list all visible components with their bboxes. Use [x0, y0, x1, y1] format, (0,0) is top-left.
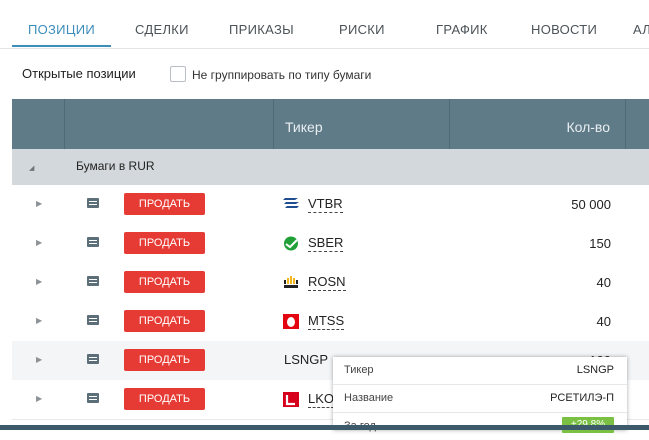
- tab-deals[interactable]: СДЕЛКИ: [135, 0, 189, 47]
- column-header-ticker[interactable]: Тикер: [285, 119, 323, 135]
- vtb-logo-icon: [283, 198, 299, 208]
- tooltip-row: Название РСЕТИЛЭ-П: [333, 385, 627, 413]
- tab-more[interactable]: АЛ: [633, 0, 649, 47]
- rosneft-logo-icon: [284, 276, 298, 288]
- quantity-value: 40: [596, 314, 611, 329]
- column-separator: [273, 99, 274, 156]
- section-title: Открытые позиции: [22, 66, 136, 81]
- ticker-link[interactable]: LSNGP: [284, 353, 328, 368]
- sell-button[interactable]: ПРОДАТЬ: [124, 388, 205, 410]
- ticker-link[interactable]: VTBR: [308, 197, 343, 213]
- quantity-value: 150: [589, 236, 611, 251]
- tooltip-key: Название: [344, 392, 394, 404]
- group-label: Бумаги в RUR: [76, 159, 155, 173]
- mts-logo-icon: [283, 314, 299, 329]
- sell-button[interactable]: ПРОДАТЬ: [124, 349, 205, 371]
- tab-news[interactable]: НОВОСТИ: [531, 0, 597, 47]
- tooltip-value: РСЕТИЛЭ-П: [550, 392, 614, 404]
- expand-arrow-icon[interactable]: ▶: [36, 277, 42, 286]
- comment-icon[interactable]: [87, 198, 99, 208]
- sell-button[interactable]: ПРОДАТЬ: [124, 193, 205, 215]
- expand-arrow-icon[interactable]: ▶: [36, 199, 42, 208]
- ticker-link[interactable]: LKO: [308, 392, 335, 408]
- expand-arrow-icon[interactable]: ▶: [36, 355, 42, 364]
- sber-logo-icon: [284, 236, 298, 251]
- tooltip-value: LSNGP: [576, 364, 614, 376]
- column-separator: [449, 99, 450, 156]
- lukoil-logo-icon: [283, 392, 299, 407]
- table-row[interactable]: ▶ ПРОДАТЬ MTSS 40: [12, 302, 649, 342]
- table-row[interactable]: ▶ ПРОДАТЬ SBER 150: [12, 224, 649, 264]
- table-row[interactable]: ▶ ПРОДАТЬ VTBR 50 000: [12, 185, 649, 225]
- expand-arrow-icon[interactable]: ▶: [36, 394, 42, 403]
- no-group-checkbox[interactable]: [170, 66, 186, 82]
- collapse-caret-icon[interactable]: ◢: [29, 164, 34, 172]
- comment-icon[interactable]: [87, 393, 99, 403]
- sell-button[interactable]: ПРОДАТЬ: [124, 271, 205, 293]
- ticker-link[interactable]: ROSN: [308, 275, 346, 291]
- sell-button[interactable]: ПРОДАТЬ: [124, 232, 205, 254]
- column-separator: [625, 99, 626, 156]
- ticker-link[interactable]: MTSS: [308, 314, 345, 330]
- ticker-tooltip: Тикер LSNGP Название РСЕТИЛЭ-П За год +2…: [333, 357, 627, 433]
- quantity-value: 50 000: [571, 197, 611, 212]
- column-header-qty[interactable]: Кол-во: [566, 119, 610, 135]
- tab-chart[interactable]: ГРАФИК: [436, 0, 488, 47]
- table-header: Тикер Кол-во: [12, 99, 649, 156]
- comment-icon[interactable]: [87, 354, 99, 364]
- comment-icon[interactable]: [87, 315, 99, 325]
- tooltip-row: Тикер LSNGP: [333, 357, 627, 385]
- expand-arrow-icon[interactable]: ▶: [36, 238, 42, 247]
- ticker-link[interactable]: SBER: [308, 236, 344, 252]
- no-group-checkbox-label[interactable]: Не группировать по типу бумаги: [192, 68, 371, 82]
- comment-icon[interactable]: [87, 237, 99, 247]
- comment-icon[interactable]: [87, 276, 99, 286]
- taskbar-strip: [0, 425, 649, 430]
- tab-positions[interactable]: ПОЗИЦИИ: [12, 0, 111, 47]
- tab-orders[interactable]: ПРИКАЗЫ: [229, 0, 294, 47]
- sell-button[interactable]: ПРОДАТЬ: [124, 310, 205, 332]
- quantity-value: 40: [596, 275, 611, 290]
- tab-risks[interactable]: РИСКИ: [339, 0, 385, 47]
- group-row[interactable]: ◢ Бумаги в RUR: [12, 149, 649, 185]
- column-separator: [64, 99, 65, 156]
- expand-arrow-icon[interactable]: ▶: [36, 316, 42, 325]
- table-row[interactable]: ▶ ПРОДАТЬ ROSN 40: [12, 263, 649, 303]
- tooltip-key: Тикер: [344, 364, 374, 376]
- tab-bar: ПОЗИЦИИ СДЕЛКИ ПРИКАЗЫ РИСКИ ГРАФИК НОВО…: [0, 0, 649, 49]
